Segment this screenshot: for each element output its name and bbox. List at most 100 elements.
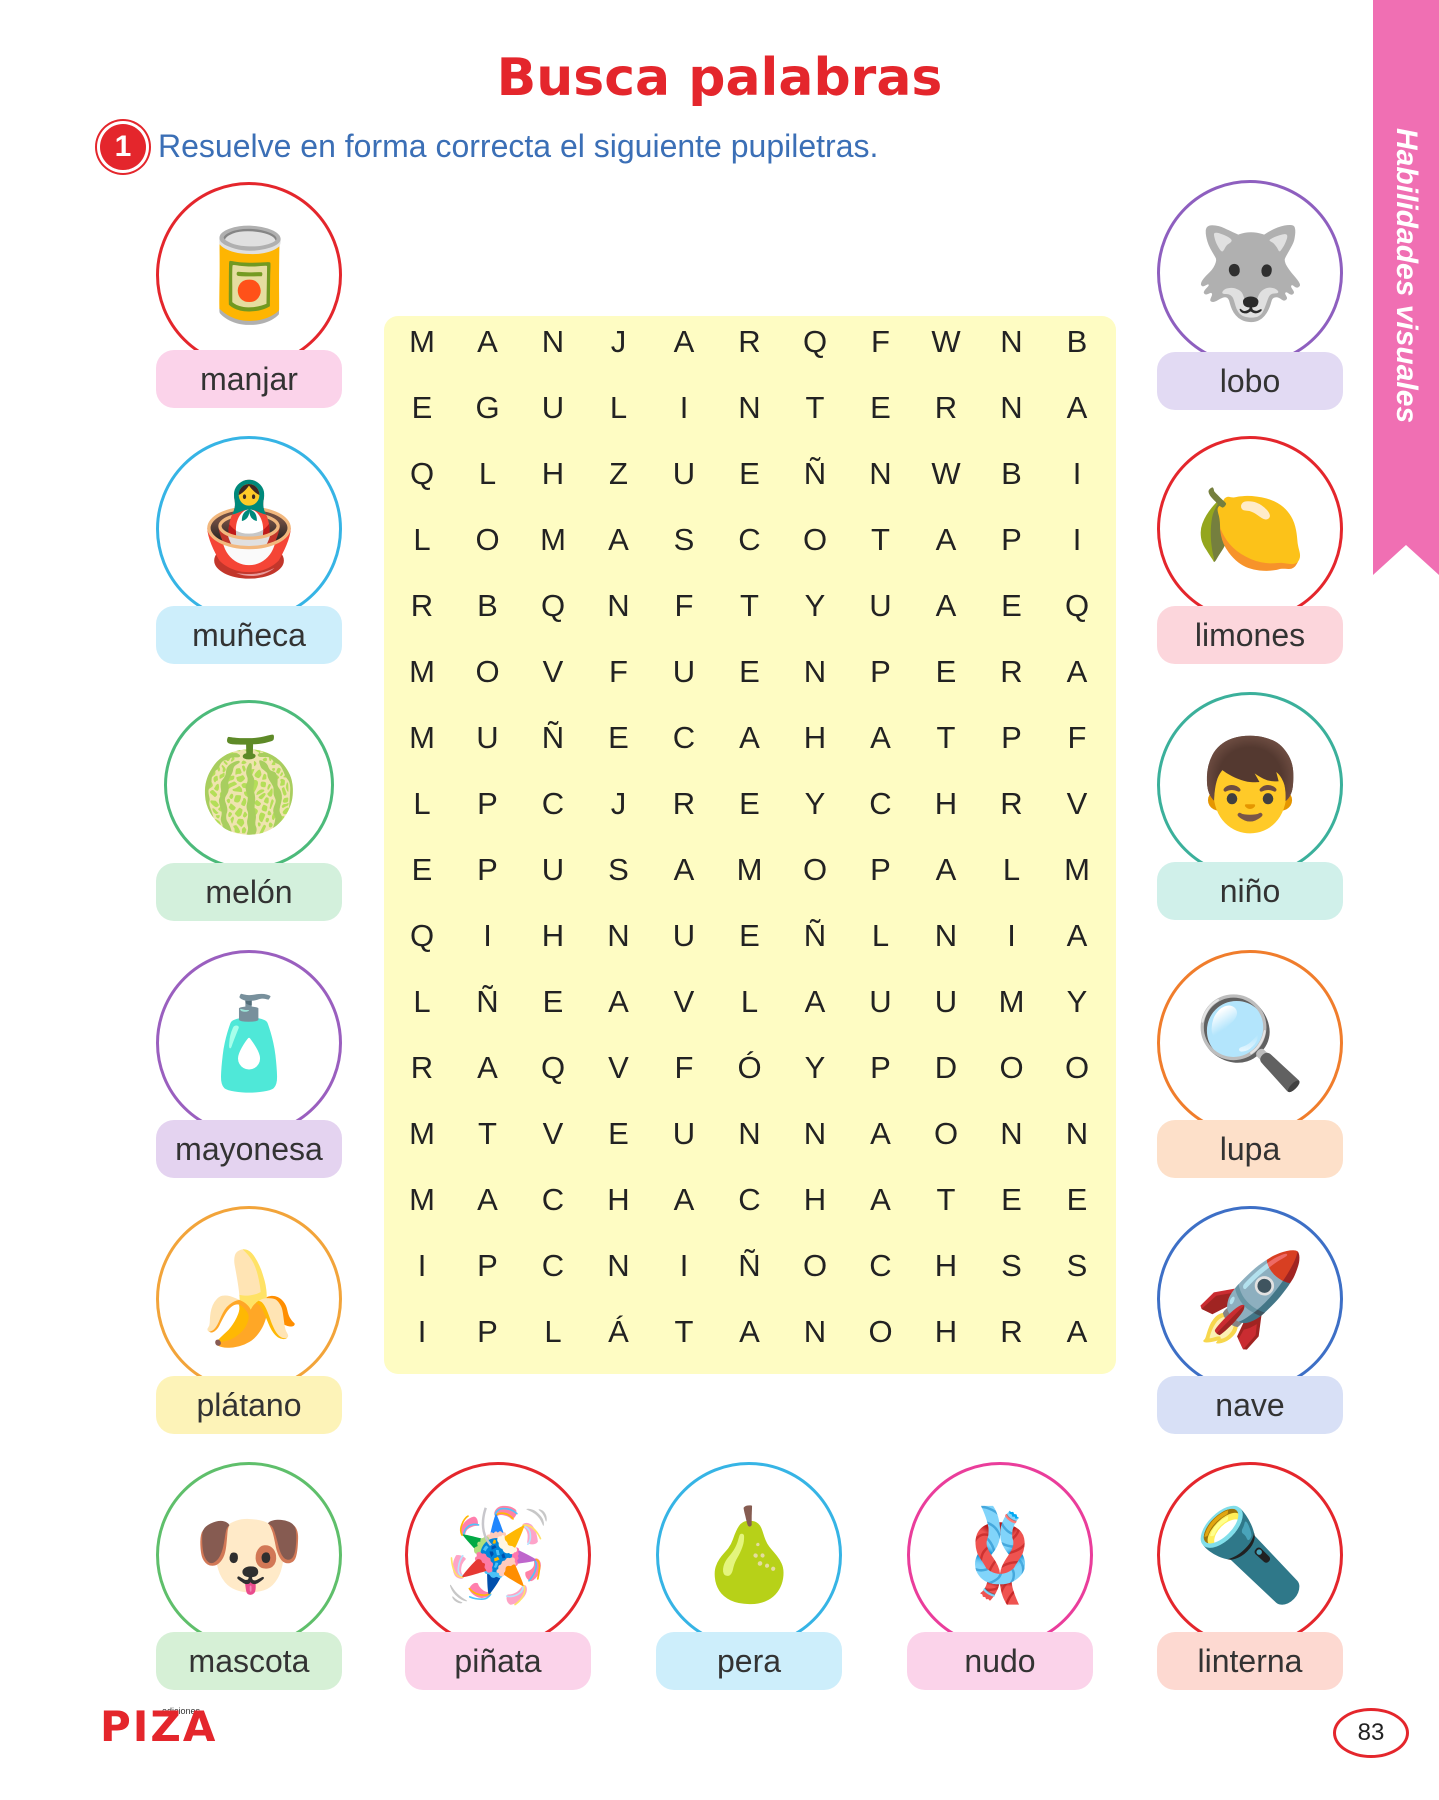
grid-letter[interactable]: G [463,390,513,426]
grid-letter[interactable]: A [659,852,709,888]
grid-letter[interactable]: E [594,1116,644,1152]
grid-letter[interactable]: N [594,1248,644,1284]
grid-letter[interactable]: A [725,1314,775,1350]
grid-letter[interactable]: M [397,720,447,756]
grid-letter[interactable]: O [987,1050,1037,1086]
grid-letter[interactable]: Á [594,1314,644,1350]
grid-letter[interactable]: A [659,1182,709,1218]
grid-letter[interactable]: H [528,918,578,954]
grid-letter[interactable]: R [987,1314,1037,1350]
grid-letter[interactable]: E [528,984,578,1020]
grid-letter[interactable]: B [1052,324,1102,360]
grid-letter[interactable]: N [790,1116,840,1152]
grid-letter[interactable]: U [463,720,513,756]
grid-letter[interactable]: E [987,588,1037,624]
grid-letter[interactable]: Ñ [528,720,578,756]
grid-letter[interactable]: V [1052,786,1102,822]
grid-letter[interactable]: L [594,390,644,426]
grid-letter[interactable]: M [397,654,447,690]
grid-letter[interactable]: E [725,786,775,822]
grid-letter[interactable]: A [921,852,971,888]
grid-letter[interactable]: P [987,522,1037,558]
grid-letter[interactable]: U [659,1116,709,1152]
grid-letter[interactable]: B [987,456,1037,492]
grid-letter[interactable]: I [463,918,513,954]
grid-letter[interactable]: U [659,456,709,492]
grid-letter[interactable]: A [594,984,644,1020]
grid-letter[interactable]: U [528,852,578,888]
grid-letter[interactable]: H [790,720,840,756]
grid-letter[interactable]: T [463,1116,513,1152]
grid-letter[interactable]: P [463,852,513,888]
grid-letter[interactable]: P [856,1050,906,1086]
grid-letter[interactable]: M [397,1182,447,1218]
grid-letter[interactable]: I [987,918,1037,954]
grid-letter[interactable]: Ñ [463,984,513,1020]
grid-letter[interactable]: C [856,1248,906,1284]
grid-letter[interactable]: O [1052,1050,1102,1086]
grid-letter[interactable]: Q [397,456,447,492]
grid-letter[interactable]: L [856,918,906,954]
grid-letter[interactable]: N [725,390,775,426]
grid-letter[interactable]: U [659,654,709,690]
grid-letter[interactable]: Ñ [790,918,840,954]
grid-letter[interactable]: S [659,522,709,558]
grid-letter[interactable]: H [594,1182,644,1218]
grid-letter[interactable]: U [921,984,971,1020]
grid-letter[interactable]: M [397,324,447,360]
grid-letter[interactable]: P [463,1314,513,1350]
grid-letter[interactable]: M [725,852,775,888]
grid-letter[interactable]: L [463,456,513,492]
grid-letter[interactable]: H [790,1182,840,1218]
grid-letter[interactable]: T [790,390,840,426]
grid-letter[interactable]: O [790,522,840,558]
grid-letter[interactable]: Q [1052,588,1102,624]
grid-letter[interactable]: L [987,852,1037,888]
grid-letter[interactable]: F [659,588,709,624]
grid-letter[interactable]: W [921,456,971,492]
grid-letter[interactable]: V [594,1050,644,1086]
grid-letter[interactable]: R [659,786,709,822]
grid-letter[interactable]: U [856,588,906,624]
grid-letter[interactable]: C [856,786,906,822]
grid-letter[interactable]: H [528,456,578,492]
grid-letter[interactable]: E [725,456,775,492]
grid-letter[interactable]: R [921,390,971,426]
grid-letter[interactable]: I [1052,456,1102,492]
grid-letter[interactable]: A [856,1182,906,1218]
grid-letter[interactable]: E [987,1182,1037,1218]
grid-letter[interactable]: Ñ [790,456,840,492]
grid-letter[interactable]: N [921,918,971,954]
grid-letter[interactable]: A [463,1050,513,1086]
grid-letter[interactable]: C [659,720,709,756]
grid-letter[interactable]: A [921,522,971,558]
grid-letter[interactable]: C [528,1248,578,1284]
grid-letter[interactable]: E [397,852,447,888]
grid-letter[interactable]: O [463,522,513,558]
grid-letter[interactable]: C [528,1182,578,1218]
grid-letter[interactable]: F [594,654,644,690]
grid-letter[interactable]: S [1052,1248,1102,1284]
grid-letter[interactable]: V [528,1116,578,1152]
grid-letter[interactable]: Ó [725,1050,775,1086]
grid-letter[interactable]: A [856,1116,906,1152]
grid-letter[interactable]: U [659,918,709,954]
grid-letter[interactable]: O [921,1116,971,1152]
grid-letter[interactable]: R [987,654,1037,690]
grid-letter[interactable]: W [921,324,971,360]
grid-letter[interactable]: N [1052,1116,1102,1152]
grid-letter[interactable]: S [987,1248,1037,1284]
grid-letter[interactable]: R [397,1050,447,1086]
grid-letter[interactable]: C [725,522,775,558]
grid-letter[interactable]: L [397,786,447,822]
grid-letter[interactable]: Y [790,588,840,624]
grid-letter[interactable]: P [856,654,906,690]
grid-letter[interactable]: U [856,984,906,1020]
grid-letter[interactable]: V [528,654,578,690]
grid-letter[interactable]: A [1052,918,1102,954]
grid-letter[interactable]: I [397,1248,447,1284]
grid-letter[interactable]: N [790,654,840,690]
grid-letter[interactable]: B [463,588,513,624]
grid-letter[interactable]: T [921,720,971,756]
grid-letter[interactable]: S [594,852,644,888]
